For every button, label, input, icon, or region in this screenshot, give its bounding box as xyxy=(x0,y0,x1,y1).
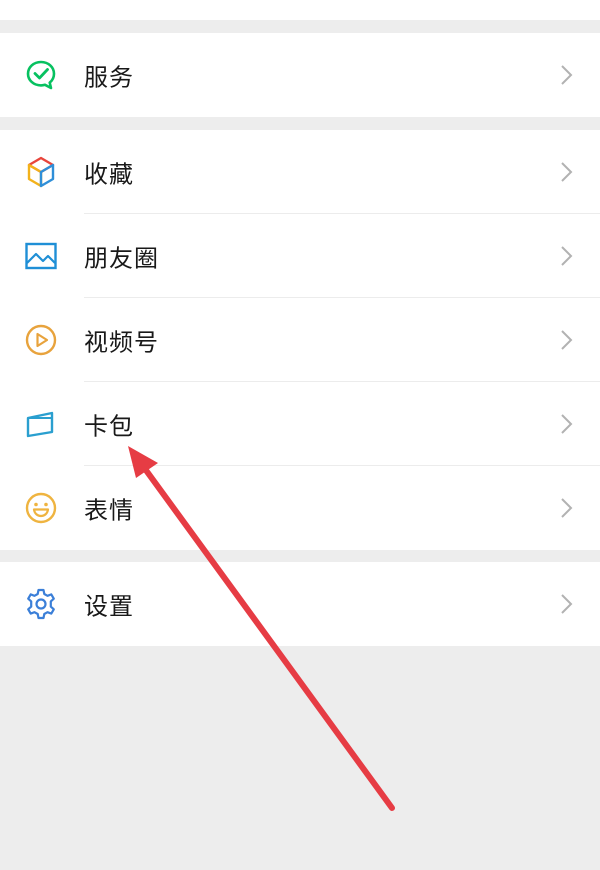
menu-item-label: 服务 xyxy=(84,63,134,92)
menu-item-favorites[interactable]: 收藏 xyxy=(0,130,600,214)
services-section: 服务 xyxy=(0,33,600,117)
chevron-right-icon xyxy=(561,498,573,518)
menu-item-settings[interactable]: 设置 xyxy=(0,562,600,646)
card-icon xyxy=(24,407,58,441)
chevron-right-icon xyxy=(561,414,573,434)
chevron-right-icon xyxy=(561,65,573,85)
me-tab-page: 服务 收藏 朋友圈 视频号 卡包 表情 设置 xyxy=(0,0,600,870)
menu-item-stickers[interactable]: 表情 xyxy=(0,466,600,550)
menu-item-label: 设置 xyxy=(84,592,134,621)
menu-item-cards[interactable]: 卡包 xyxy=(0,382,600,466)
features-section: 收藏 朋友圈 视频号 卡包 表情 xyxy=(0,130,600,550)
play-circle-icon xyxy=(24,323,58,357)
picture-icon xyxy=(24,239,58,273)
gear-icon xyxy=(24,587,58,621)
menu-item-label: 收藏 xyxy=(84,160,134,189)
chevron-right-icon xyxy=(561,594,573,614)
chevron-right-icon xyxy=(561,162,573,182)
menu-item-label: 表情 xyxy=(84,496,134,525)
cube-icon xyxy=(24,155,58,189)
chevron-right-icon xyxy=(561,330,573,350)
menu-item-services[interactable]: 服务 xyxy=(0,33,600,117)
menu-item-label: 朋友圈 xyxy=(84,244,159,273)
top-section-edge xyxy=(0,0,600,20)
chevron-right-icon xyxy=(561,246,573,266)
smiley-icon xyxy=(24,491,58,525)
menu-item-label: 卡包 xyxy=(84,412,134,441)
settings-section: 设置 xyxy=(0,562,600,646)
menu-item-channels[interactable]: 视频号 xyxy=(0,298,600,382)
wechat-pay-check-icon xyxy=(24,58,58,92)
menu-item-label: 视频号 xyxy=(84,328,159,357)
menu-item-moments[interactable]: 朋友圈 xyxy=(0,214,600,298)
